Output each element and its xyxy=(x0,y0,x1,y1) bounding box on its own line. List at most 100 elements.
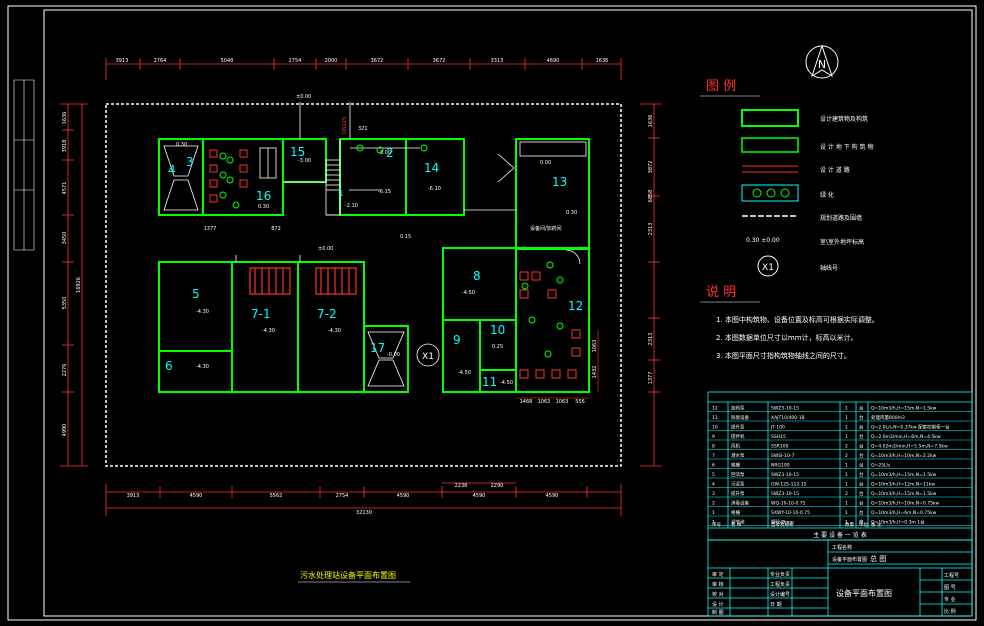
room-label-8: 8 xyxy=(473,269,481,283)
room13-mark: 设备间/加药间 xyxy=(530,225,562,232)
tb-left-4: 制 图 xyxy=(712,609,724,616)
table-cell: 处理风量800m3 xyxy=(871,414,905,421)
pipe-lines xyxy=(235,102,420,262)
room-label-7-1: 7-1 xyxy=(251,307,271,321)
dim-left-4: 5350 xyxy=(62,297,68,310)
elev-12: 0.30 xyxy=(258,204,269,210)
table-cell: Q=2.0L/s,N=0.37kw 配套控制柜一台 xyxy=(871,424,950,431)
table-cell: 2 xyxy=(712,501,715,507)
dim-total: 32130 xyxy=(356,510,372,516)
table-cell: 加药泵 xyxy=(731,405,745,412)
dim-top-5: 3672 xyxy=(371,58,384,64)
elev-13: 0.30 xyxy=(566,210,577,216)
structure-17 xyxy=(363,325,409,393)
structure-9 xyxy=(442,319,481,393)
structure-7-2 xyxy=(297,261,365,393)
elev-7: -4.50 xyxy=(458,370,471,376)
legend-axis: X1 xyxy=(762,263,774,273)
elev-10: -6.15 xyxy=(378,189,391,195)
equipment-table xyxy=(707,391,973,541)
elev-11: -2.10 xyxy=(345,203,358,209)
elev-9: -6.10 xyxy=(428,186,441,192)
table-cell: 台 xyxy=(859,490,864,497)
dim-bot-5: 4590 xyxy=(473,493,486,499)
room-label-17: 17 xyxy=(370,341,385,355)
legend-item-3: 绿 化 xyxy=(820,191,834,199)
table-cell: 1 xyxy=(845,510,848,516)
table-cell: 搅拌机 xyxy=(731,433,745,440)
table-cell: 6 xyxy=(712,463,715,469)
note-2: 2. 本图数据单位尺寸以mm计，标高以米计。 xyxy=(716,333,858,342)
racks-7-1 xyxy=(249,267,357,295)
tb-project-value: 总 图 xyxy=(870,554,886,563)
legend: 图 例 0.30 ±0.00 X1 设计建筑物及构筑 设 计 地 下 构 筑 物… xyxy=(700,79,873,277)
table-cell: 5 xyxy=(712,472,715,478)
table-cell: 污泥泵 xyxy=(731,481,745,488)
dim-top-4: 2000 xyxy=(325,58,338,64)
table-cell: 提升泵 xyxy=(731,424,745,431)
legend-title: 图 例 xyxy=(706,79,736,94)
tb-left-3: 设 计 xyxy=(712,601,724,608)
table-cell: Q=10m3/h,H=12m,N=11kw xyxy=(871,482,935,488)
entrance-zigzag xyxy=(497,153,515,183)
table-cell: XAJT10/400-1B xyxy=(771,415,805,421)
table-cell: 回流泵 xyxy=(731,471,745,478)
elev-8: -4.50 xyxy=(500,380,513,386)
table-header-cell: 单位 xyxy=(859,521,868,528)
dim-left-total: 16926 xyxy=(76,277,82,293)
table-cell: 消毒设备 xyxy=(731,500,749,507)
dim-bot-6: 4590 xyxy=(546,493,559,499)
dim-top-8: 4690 xyxy=(547,58,560,64)
room-label-14: 14 xyxy=(424,161,439,175)
table-cell: 台 xyxy=(859,500,864,507)
table-cell: 7 xyxy=(712,453,715,459)
table-cell: Q=10m3/h,H=15m,N=1.5kw xyxy=(871,491,937,497)
elev-2: -3.00 xyxy=(378,150,391,156)
table-cell: 风机 xyxy=(731,443,740,450)
room-label-4: 4 xyxy=(168,163,176,177)
elev-5: 0.15 xyxy=(400,234,411,240)
elev-4: 0.30 xyxy=(176,142,187,148)
table-cell: SXWY-10-10-0.75 xyxy=(771,510,810,516)
dim-top-1: 2764 xyxy=(154,58,167,64)
dim-bot-0: 3913 xyxy=(127,493,140,499)
legend-item-1: 设 计 地 下 构 筑 物 xyxy=(820,143,873,151)
tb-mid-2: 设计编号 xyxy=(770,591,790,598)
elev-15: -4.30 xyxy=(196,364,209,370)
table-cell: 11 xyxy=(712,415,718,421)
legend-item-6: 轴线号 xyxy=(820,264,838,272)
room-label-16: 16 xyxy=(256,189,271,203)
elev-0: ±0.00 xyxy=(296,94,311,100)
table-cell: 格栅 xyxy=(731,462,740,469)
r12-rdim-1: 1432 xyxy=(592,366,598,379)
table-cell: SWZ3-10-15 xyxy=(771,406,799,412)
table-cell: Q=10m3/h,H=10m,N=2.2kw xyxy=(871,453,937,459)
table-cell: 1 xyxy=(845,463,848,469)
dim-right-1: 3872 xyxy=(648,161,654,174)
structure-8 xyxy=(442,247,517,321)
tb-left-1: 审 核 xyxy=(712,581,724,588)
table-cell: 除臭设备 xyxy=(731,414,749,421)
table-header-cell: 备 注 xyxy=(871,521,882,528)
r12-dim-1: 1063 xyxy=(538,399,551,405)
r12-dim-0: 1468 xyxy=(520,399,533,405)
table-cell: 潜水泵 xyxy=(731,452,745,459)
table-cell: 台 xyxy=(859,424,864,431)
table-cell: 4 xyxy=(712,482,715,488)
dim-right-3: 2313 xyxy=(648,223,654,236)
table-cell: 台 xyxy=(859,452,864,459)
table-cell: Q=10m3/h,H=15m,N=1.5kw xyxy=(871,406,937,412)
elev-1: ±0.00 xyxy=(318,246,333,252)
table-cell: 提升泵 xyxy=(731,490,745,497)
table-cell: 台 xyxy=(859,405,864,412)
room-label-12: 12 xyxy=(568,299,583,313)
table-cell: WQ-10-10-0.75 xyxy=(771,501,806,507)
tb-right-2: 专 业 xyxy=(944,596,956,603)
tb-right-3: 比 例 xyxy=(944,608,956,615)
room-label-3: 3 xyxy=(186,155,194,169)
dim-left-0: 1636 xyxy=(62,112,68,125)
table-caption: 主 要 设 备 一 览 表 xyxy=(813,531,866,539)
dim-right-5: 1377 xyxy=(648,372,654,385)
table-cell: SWSI-10-7 xyxy=(771,453,794,459)
table-cell: 台 xyxy=(859,462,864,469)
